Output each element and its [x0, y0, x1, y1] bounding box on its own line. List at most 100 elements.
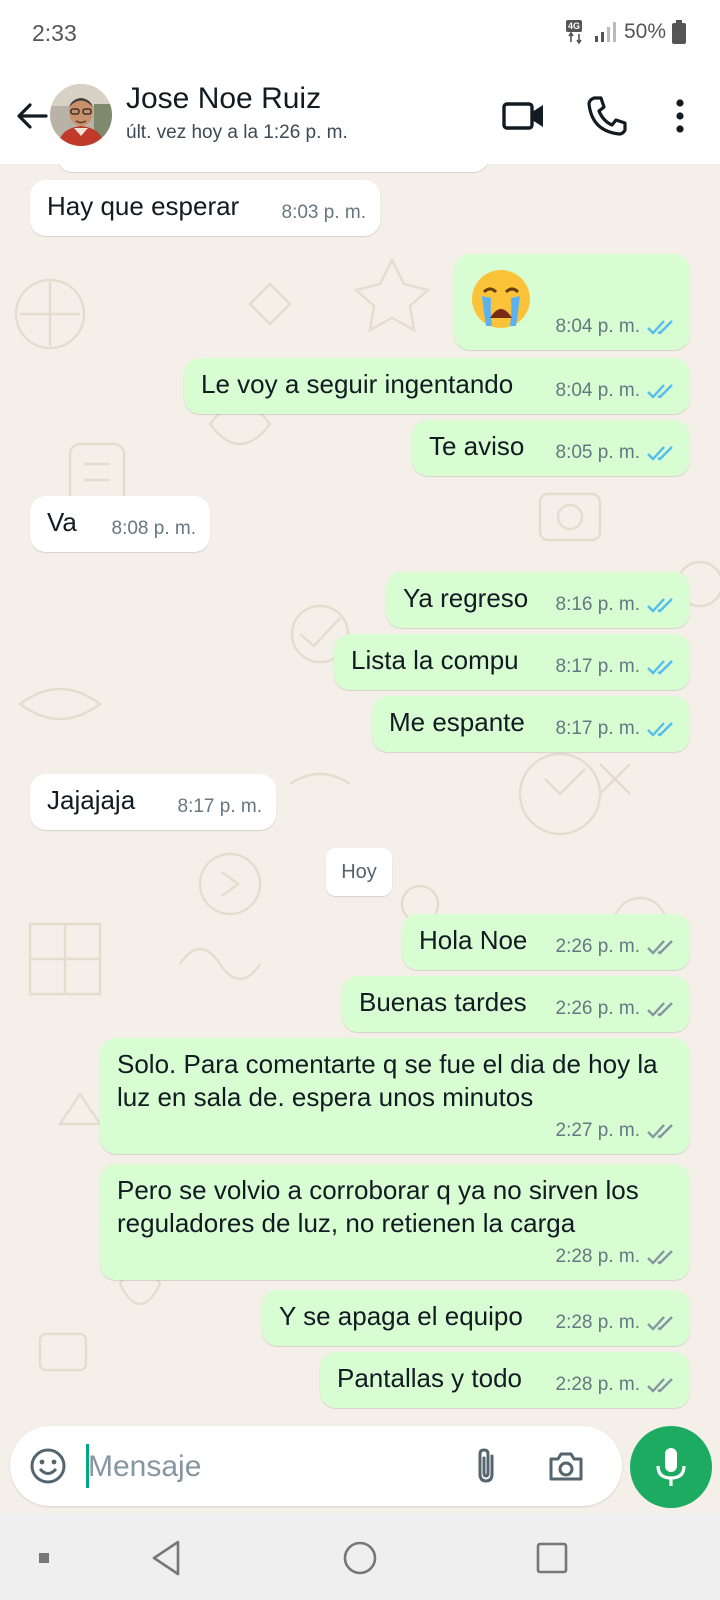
message-time: 2:26 p. m. [555, 998, 641, 1019]
message-text: Me espante [389, 707, 525, 737]
message-meta: 2:28 p. m. [556, 1368, 677, 1401]
message-list[interactable]: Hay que esperar 8:03 p. m. 8:04 p. m. Le… [0, 164, 720, 1420]
network-4g-icon: 4G [565, 20, 588, 44]
incoming-message[interactable]: Jajajaja 8:17 p. m. [30, 774, 276, 830]
more-options-icon[interactable] [656, 92, 704, 140]
read-double-check-icon [647, 319, 673, 335]
message-meta: 8:04 p. m. [556, 374, 677, 407]
outgoing-message[interactable]: Me espante 8:17 p. m. [372, 696, 690, 752]
nav-home-icon[interactable] [338, 1536, 382, 1580]
message-text: Va [47, 507, 77, 537]
outgoing-message[interactable]: Le voy a seguir ingentando 8:04 p. m. [184, 358, 690, 414]
contact-avatar[interactable] [50, 84, 112, 146]
message-time: 2:26 p. m. [555, 936, 641, 957]
message-time: 2:28 p. m. [555, 1246, 641, 1267]
message-meta: 8:16 p. m. [556, 588, 677, 621]
camera-icon[interactable] [546, 1446, 586, 1486]
voice-message-button[interactable] [630, 1426, 712, 1508]
voice-call-icon[interactable] [583, 92, 631, 140]
message-text: Pero se volvio a corroborar q ya no sirv… [117, 1175, 639, 1238]
message-text: Pantallas y todo [337, 1363, 523, 1393]
incoming-message[interactable]: Va 8:08 p. m. [30, 496, 210, 552]
message-text: Le voy a seguir ingentando [201, 369, 514, 399]
signal-icon [594, 22, 616, 42]
delivered-double-check-icon [647, 939, 673, 955]
message-meta: 8:08 p. m. [112, 512, 197, 545]
message-time: 8:04 p. m. [555, 316, 641, 337]
message-time: 8:17 p. m. [177, 796, 263, 817]
contact-name[interactable]: Jose Noe Ruiz [126, 82, 321, 116]
status-indicators: 4G 50% [565, 20, 686, 44]
delivered-double-check-icon [647, 1249, 673, 1265]
message-text: Y se apaga el equipo [279, 1301, 523, 1331]
outgoing-message[interactable]: Solo. Para comentarte q se fue el dia de… [100, 1038, 690, 1154]
read-double-check-icon [647, 721, 673, 737]
loudly-crying-face-emoji-icon [472, 270, 530, 328]
battery-percent: 50% [623, 20, 666, 43]
message-meta: 8:04 p. m. [556, 310, 677, 343]
outgoing-message[interactable]: Te aviso 8:05 p. m. [412, 420, 690, 476]
chat-header: Jose Noe Ruiz últ. vez hoy a la 1:26 p. … [0, 68, 720, 165]
outgoing-message[interactable]: Buenas tardes 2:26 p. m. [342, 976, 690, 1032]
outgoing-message[interactable]: Hola Noe 2:26 p. m. [402, 914, 690, 970]
attach-icon[interactable] [466, 1446, 506, 1486]
message-time: 2:28 p. m. [555, 1312, 641, 1333]
emoji-icon[interactable] [28, 1446, 68, 1486]
message-text: Ya regreso [403, 583, 529, 613]
message-meta: 8:03 p. m. [282, 196, 367, 229]
message-text: Hay que esperar [47, 191, 240, 221]
message-text: Jajajaja [47, 785, 136, 815]
message-meta: 2:28 p. m. [556, 1240, 677, 1273]
battery-icon [672, 20, 686, 44]
message-meta: 8:17 p. m. [556, 650, 677, 683]
read-double-check-icon [647, 659, 673, 675]
read-double-check-icon [647, 383, 673, 399]
outgoing-message[interactable]: Y se apaga el equipo 2:28 p. m. [262, 1290, 690, 1346]
message-text: Buenas tardes [359, 987, 527, 1017]
back-arrow-icon[interactable] [12, 96, 52, 136]
incoming-message[interactable]: Hay que esperar 8:03 p. m. [30, 180, 380, 236]
message-time: 2:28 p. m. [555, 1374, 641, 1395]
outgoing-message[interactable]: Pero se volvio a corroborar q ya no sirv… [100, 1164, 690, 1280]
date-divider: Hoy [326, 848, 392, 896]
message-meta: 2:28 p. m. [556, 1306, 677, 1339]
message-time: 8:16 p. m. [555, 594, 641, 615]
message-time: 8:03 p. m. [281, 202, 367, 223]
text-cursor [86, 1444, 89, 1488]
message-meta: 2:27 p. m. [556, 1114, 677, 1147]
status-bar: 2:33 4G 50% [0, 0, 720, 68]
nav-recents-icon[interactable] [530, 1536, 574, 1580]
message-input[interactable] [86, 1442, 450, 1492]
message-meta: 8:17 p. m. [556, 712, 677, 745]
outgoing-message[interactable]: Ya regreso 8:16 p. m. [386, 572, 690, 628]
incoming-bubble-partial [58, 164, 488, 172]
last-seen-status: últ. vez hoy a la 1:26 p. m. [126, 122, 348, 143]
read-double-check-icon [647, 597, 673, 613]
message-composer [10, 1426, 622, 1506]
delivered-double-check-icon [647, 1377, 673, 1393]
delivered-double-check-icon [647, 1315, 673, 1331]
message-meta: 2:26 p. m. [556, 992, 677, 1025]
message-time: 8:08 p. m. [111, 518, 197, 539]
nav-dot-icon[interactable] [22, 1536, 66, 1580]
message-text: Te aviso [429, 431, 525, 461]
message-meta: 2:26 p. m. [556, 930, 677, 963]
message-time: 8:17 p. m. [555, 718, 641, 739]
message-meta: 8:05 p. m. [556, 436, 677, 469]
message-time: 8:05 p. m. [555, 442, 641, 463]
delivered-double-check-icon [647, 1123, 673, 1139]
outgoing-message[interactable]: 8:04 p. m. [454, 254, 690, 350]
message-text: Hola Noe [419, 925, 528, 955]
video-call-icon[interactable] [500, 92, 548, 140]
nav-back-icon[interactable] [146, 1536, 190, 1580]
message-meta: 8:17 p. m. [178, 790, 263, 823]
read-double-check-icon [647, 445, 673, 461]
message-text: Lista la compu [351, 645, 519, 675]
mic-icon [656, 1448, 686, 1486]
system-navigation-bar [0, 1514, 720, 1600]
outgoing-message[interactable]: Pantallas y todo 2:28 p. m. [320, 1352, 690, 1408]
outgoing-message[interactable]: Lista la compu 8:17 p. m. [334, 634, 690, 690]
delivered-double-check-icon [647, 1001, 673, 1017]
message-time: 8:04 p. m. [555, 380, 641, 401]
message-time: 2:27 p. m. [555, 1120, 641, 1141]
